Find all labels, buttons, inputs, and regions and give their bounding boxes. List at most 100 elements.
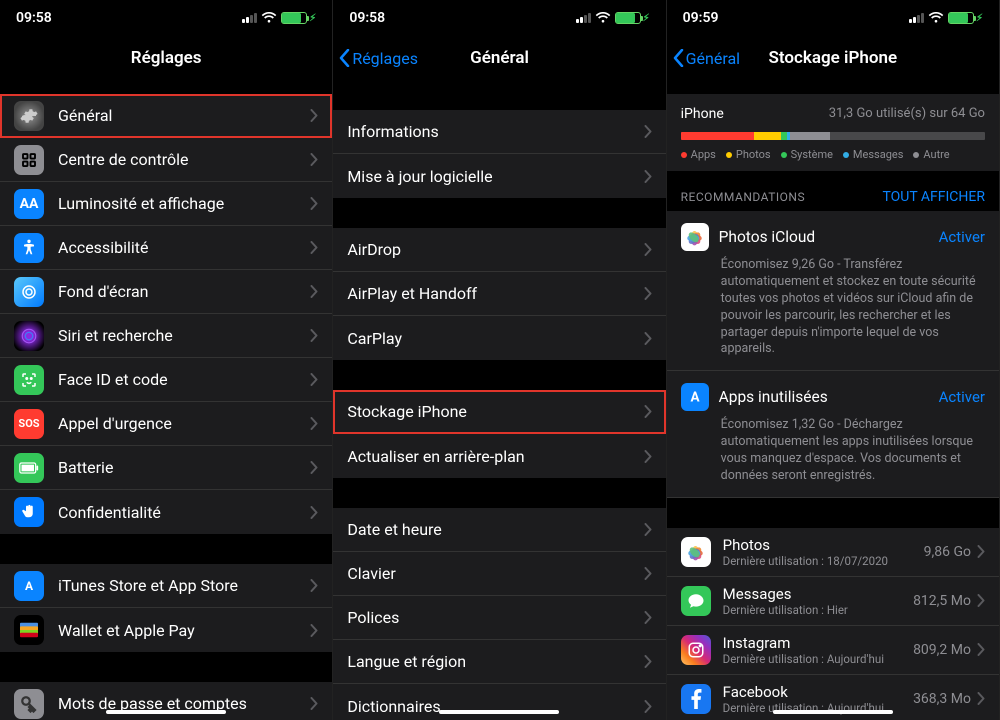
home-indicator[interactable] [773, 710, 893, 715]
setting-g-n-ral[interactable]: Général [0, 94, 332, 138]
chevron-right-icon [644, 125, 652, 138]
row-informations[interactable]: Informations [333, 110, 665, 154]
row-airplay-et-handoff[interactable]: AirPlay et Handoff [333, 272, 665, 316]
row-label: Stockage iPhone [347, 402, 643, 421]
row-label: Date et heure [347, 520, 643, 539]
setting-label: Wallet et Apple Pay [58, 621, 310, 640]
wifi-icon [595, 12, 611, 24]
setting-mots-de-passe-et-comptes[interactable]: Mots de passe et comptes [0, 682, 332, 720]
setting-siri-et-recherche[interactable]: Siri et recherche [0, 314, 332, 358]
rec-title: Photos iCloud [719, 228, 939, 246]
photos-icon [681, 223, 709, 251]
appstore-icon: A [681, 383, 709, 411]
device-name: iPhone [681, 106, 724, 122]
row-dictionnaires[interactable]: Dictionnaires [333, 684, 665, 720]
chevron-right-icon [310, 579, 318, 592]
storage-scroll[interactable]: iPhone 31,3 Go utilisé(s) sur 64 Go Apps… [667, 80, 999, 720]
app-row-photos[interactable]: PhotosDernière utilisation : 18/07/20209… [667, 528, 999, 577]
app-size: 368,3 Mo [913, 691, 971, 707]
show-all-link[interactable]: TOUT AFFICHER [882, 189, 985, 205]
chevron-right-icon [310, 417, 318, 430]
row-langue-et-r-gion[interactable]: Langue et région [333, 640, 665, 684]
row-airdrop[interactable]: AirDrop [333, 228, 665, 272]
rec-description: Économisez 9,26 Go - Transférez automati… [681, 257, 985, 358]
setting-accessibilit-[interactable]: Accessibilité [0, 226, 332, 270]
svg-text:A: A [690, 390, 700, 406]
app-size: 9,86 Go [924, 544, 971, 560]
app-row-instagram[interactable]: InstagramDernière utilisation : Aujourd'… [667, 626, 999, 675]
row-actualiser-en-arri-re-plan[interactable]: Actualiser en arrière-plan [333, 434, 665, 478]
chevron-right-icon [644, 523, 652, 536]
wall-icon [14, 277, 44, 307]
title-bar: Réglages [0, 36, 332, 80]
svg-text:A: A [25, 578, 34, 592]
setting-batterie[interactable]: Batterie [0, 446, 332, 490]
instagram-icon [681, 635, 711, 665]
rec-title: Apps inutilisées [719, 388, 939, 406]
chevron-right-icon [310, 329, 318, 342]
app-row-messages[interactable]: MessagesDernière utilisation : Hier812,5… [667, 577, 999, 626]
gear-icon [14, 101, 44, 131]
status-right: ⚡︎ [576, 12, 650, 24]
face-icon [14, 365, 44, 395]
access-icon [14, 233, 44, 263]
title-bar: Réglages Général [333, 36, 665, 80]
legend-autre: Autre [913, 148, 949, 161]
app-size: 809,2 Mo [913, 642, 971, 658]
rec-description: Économisez 1,32 Go - Déchargez automatiq… [681, 417, 985, 485]
chevron-right-icon [644, 170, 652, 183]
setting-face-id-et-code[interactable]: Face ID et code [0, 358, 332, 402]
page-title: Stockage iPhone [769, 48, 898, 68]
setting-wallet-et-apple-pay[interactable]: Wallet et Apple Pay [0, 608, 332, 652]
legend-messages: Messages [843, 148, 903, 161]
home-indicator[interactable] [106, 710, 226, 715]
chevron-right-icon [977, 545, 985, 558]
wifi-icon [261, 12, 277, 24]
row-date-et-heure[interactable]: Date et heure [333, 508, 665, 552]
chevron-right-icon [310, 197, 318, 210]
app-last-used: Dernière utilisation : 18/07/2020 [723, 554, 924, 568]
rec-activate-link[interactable]: Activer [939, 228, 985, 246]
chevron-right-icon [644, 655, 652, 668]
hand-icon [14, 497, 44, 527]
back-button[interactable]: Réglages [339, 49, 418, 68]
row-carplay[interactable]: CarPlay [333, 316, 665, 360]
recommendations-header: RECOMMANDATIONS TOUT AFFICHER [667, 171, 999, 211]
chevron-right-icon [644, 405, 652, 418]
setting-fond-d-cran[interactable]: Fond d'écran [0, 270, 332, 314]
setting-label: Luminosité et affichage [58, 194, 310, 213]
app-name: Messages [723, 585, 913, 603]
setting-itunes-store-et-app-store[interactable]: AiTunes Store et App Store [0, 564, 332, 608]
general-scroll[interactable]: InformationsMise à jour logicielle AirDr… [333, 80, 665, 720]
setting-label: Général [58, 106, 310, 125]
chevron-right-icon [644, 611, 652, 624]
row-mise-jour-logicielle[interactable]: Mise à jour logicielle [333, 154, 665, 198]
row-polices[interactable]: Polices [333, 596, 665, 640]
status-bar: 09:59 ⚡︎ [667, 0, 999, 36]
setting-label: Accessibilité [58, 238, 310, 257]
chevron-right-icon [977, 692, 985, 705]
app-last-used: Dernière utilisation : Hier [723, 603, 913, 617]
row-stockage-iphone[interactable]: Stockage iPhone [333, 390, 665, 434]
battery-icon [14, 453, 44, 483]
wifi-icon [928, 12, 944, 24]
row-clavier[interactable]: Clavier [333, 552, 665, 596]
settings-scroll[interactable]: Général Centre de contrôleAALuminosité et… [0, 80, 332, 720]
battery-icon [615, 12, 641, 24]
setting-centre-de-contr-le[interactable]: Centre de contrôle [0, 138, 332, 182]
chevron-right-icon [644, 332, 652, 345]
panel-storage: 09:59 ⚡︎ Général Stockage iPhone iPhone … [667, 0, 1000, 720]
app-info: PhotosDernière utilisation : 18/07/2020 [723, 536, 924, 568]
cell-signal-icon [242, 13, 257, 23]
cell-signal-icon [576, 13, 591, 23]
legend-système: Système [781, 148, 833, 161]
setting-appel-d-urgence[interactable]: SOSAppel d'urgence [0, 402, 332, 446]
storage-usage: 31,3 Go utilisé(s) sur 64 Go [829, 106, 985, 122]
row-label: Polices [347, 608, 643, 627]
setting-luminosit-et-affichage[interactable]: AALuminosité et affichage [0, 182, 332, 226]
back-button[interactable]: Général [673, 49, 740, 68]
rec-activate-link[interactable]: Activer [939, 388, 985, 406]
charging-icon: ⚡︎ [976, 13, 983, 24]
home-indicator[interactable] [439, 710, 559, 715]
setting-confidentialit-[interactable]: Confidentialité [0, 490, 332, 534]
